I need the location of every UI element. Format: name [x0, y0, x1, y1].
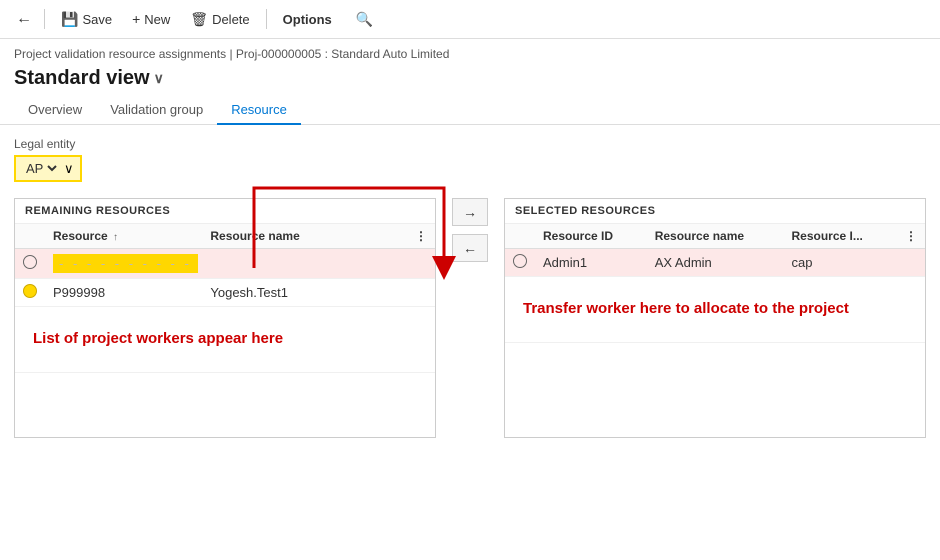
table-row[interactable]: Admin1 AX Admin cap	[505, 249, 925, 277]
radio-circle[interactable]	[23, 284, 37, 298]
transfer-backward-button[interactable]: ←	[452, 234, 488, 262]
selected-col-menu[interactable]: ⋮	[897, 224, 925, 249]
remaining-col-resource[interactable]: Resource ↑	[45, 224, 202, 249]
toolbar: ← 💾 Save + New 🗑 Delete Options 🔍	[0, 0, 940, 39]
new-button[interactable]: + New	[124, 7, 178, 31]
selected-col-extra[interactable]: Resource I...	[784, 224, 898, 249]
search-button[interactable]: 🔍	[352, 7, 377, 32]
selected-col-id[interactable]: Resource ID	[535, 224, 647, 249]
page-title-text: Standard view	[14, 67, 150, 90]
row-radio-cell[interactable]	[15, 279, 45, 307]
toolbar-divider-1	[44, 9, 45, 29]
row-radio-cell[interactable]	[15, 249, 45, 279]
selected-name-cell: AX Admin	[647, 249, 784, 277]
remaining-resources-panel: REMAINING RESOURCES Resource ↑ Resource …	[14, 198, 436, 438]
selected-col-name[interactable]: Resource name	[647, 224, 784, 249]
remaining-resources-table: Resource ↑ Resource name ⋮	[15, 224, 435, 373]
selected-id-cell: Admin1	[535, 249, 647, 277]
selected-extra-cell[interactable]: cap	[784, 249, 898, 277]
remaining-annotation: List of project workers appear here	[23, 312, 427, 367]
annotation-cell: Transfer worker here to allocate to the …	[505, 277, 925, 343]
content-area: Legal entity AP ∨ REMAINING RESOURCES	[0, 125, 940, 450]
legal-entity-label: Legal entity	[14, 137, 926, 151]
highlighted-resource-cell: - - - - - - - - - -	[45, 249, 407, 279]
breadcrumb-text: Project validation resource assignments …	[14, 47, 449, 61]
remaining-table-header-row: Resource ↑ Resource name ⋮	[15, 224, 435, 249]
table-row: List of project workers appear here	[15, 307, 435, 373]
selected-resources-header: SELECTED RESOURCES	[505, 199, 925, 224]
table-row[interactable]: P999998 Yogesh.Test1	[15, 279, 435, 307]
tab-bar: Overview Validation group Resource	[0, 96, 940, 125]
search-icon: 🔍	[356, 11, 373, 27]
save-icon: 💾	[61, 11, 78, 28]
table-row[interactable]: - - - - - - - - - -	[15, 249, 435, 279]
resource-id-cell: P999998	[45, 279, 202, 307]
row-menu-cell[interactable]	[407, 249, 435, 279]
tab-validation-group[interactable]: Validation group	[96, 96, 217, 125]
radio-circle[interactable]	[513, 254, 527, 268]
legal-entity-select-wrapper[interactable]: AP ∨	[14, 155, 82, 182]
selected-table-header-row: Resource ID Resource name Resource I... …	[505, 224, 925, 249]
row-radio-cell[interactable]	[505, 249, 535, 277]
legal-entity-select[interactable]: AP	[22, 160, 60, 177]
radio-circle[interactable]	[23, 255, 37, 269]
tab-resource[interactable]: Resource	[217, 96, 301, 125]
delete-button[interactable]: 🗑 Delete	[182, 7, 257, 32]
delete-label: Delete	[212, 12, 250, 27]
remaining-col-name[interactable]: Resource name	[202, 224, 407, 249]
resource-name-cell: Yogesh.Test1	[202, 279, 407, 307]
highlighted-resource-value: - - - - - - - - - -	[53, 254, 198, 273]
annotation-cell: List of project workers appear here	[15, 307, 435, 373]
remaining-col-menu[interactable]: ⋮	[407, 224, 435, 249]
transfer-forward-button[interactable]: →	[452, 198, 488, 226]
table-row: Transfer worker here to allocate to the …	[505, 277, 925, 343]
transfer-buttons: → ←	[436, 198, 504, 262]
selected-annotation: Transfer worker here to allocate to the …	[513, 282, 917, 337]
selected-resources-table: Resource ID Resource name Resource I... …	[505, 224, 925, 343]
sort-icon: ↑	[113, 232, 118, 243]
panels-container: REMAINING RESOURCES Resource ↑ Resource …	[14, 198, 926, 438]
remaining-col-radio	[15, 224, 45, 249]
remaining-resources-header: REMAINING RESOURCES	[15, 199, 435, 224]
transfer-backward-icon: ←	[463, 240, 477, 256]
new-icon: +	[132, 11, 140, 27]
toolbar-divider-2	[266, 9, 267, 29]
save-button[interactable]: 💾 Save	[53, 7, 120, 32]
legal-entity-chevron: ∨	[64, 161, 74, 177]
save-label: Save	[82, 12, 112, 27]
options-label: Options	[283, 12, 332, 27]
delete-icon: 🗑	[190, 11, 208, 28]
selected-col-radio	[505, 224, 535, 249]
tab-overview[interactable]: Overview	[14, 96, 96, 125]
row-menu-cell[interactable]	[897, 249, 925, 277]
page-title-chevron[interactable]: ∨	[154, 70, 164, 87]
back-button[interactable]: ←	[12, 6, 36, 32]
options-button[interactable]: Options	[275, 8, 340, 31]
page-title: Standard view ∨	[0, 65, 940, 96]
transfer-forward-icon: →	[463, 204, 477, 220]
panels-area: REMAINING RESOURCES Resource ↑ Resource …	[14, 198, 926, 438]
breadcrumb: Project validation resource assignments …	[0, 39, 940, 65]
row-menu-cell[interactable]	[407, 279, 435, 307]
new-label: New	[144, 12, 170, 27]
selected-resources-panel: SELECTED RESOURCES Resource ID Resource …	[504, 198, 926, 438]
